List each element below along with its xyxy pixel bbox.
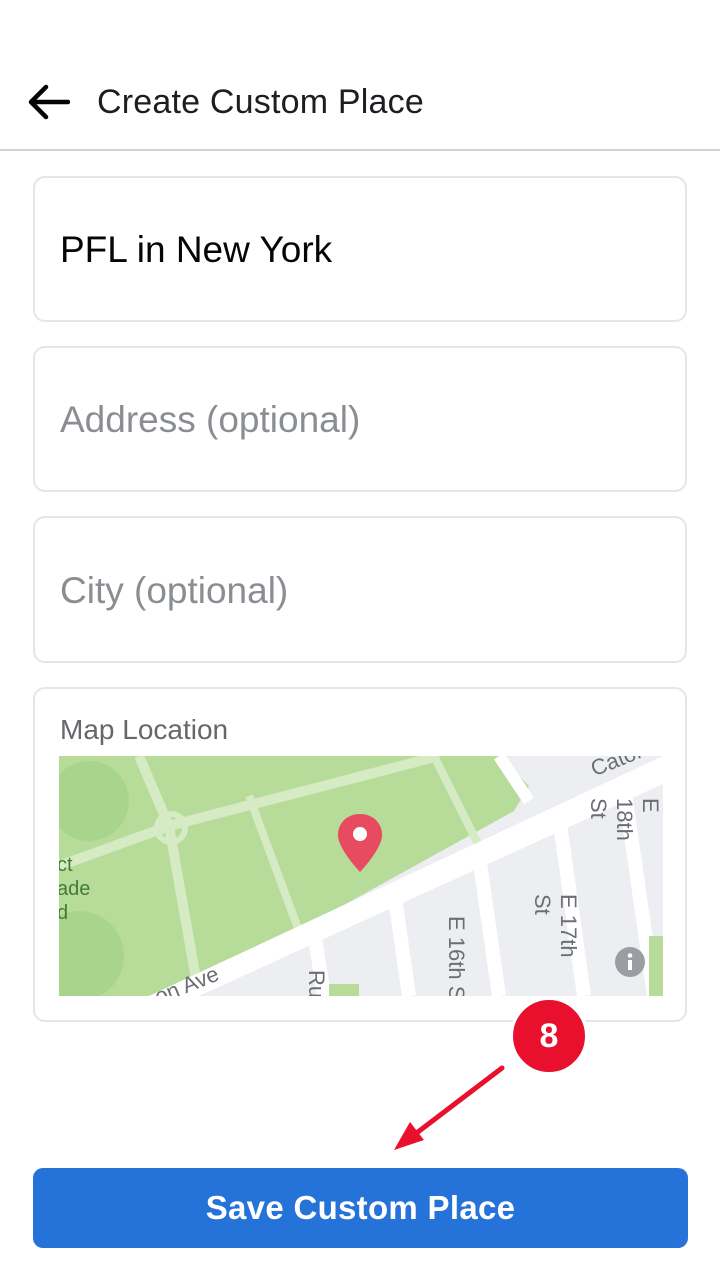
street-label-ru: Ru [304,970,329,996]
map-location-label: Map Location [60,714,229,745]
park-label-line1: ct [59,854,73,876]
save-custom-place-button[interactable]: Save Custom Place [33,1168,688,1248]
location-pin-icon [338,814,382,872]
place-name-field[interactable]: PFL in New York [33,176,687,322]
city-field[interactable]: City (optional) [33,516,687,663]
address-placeholder: Address (optional) [60,399,361,440]
annotation-arrow-icon [394,1065,505,1150]
place-name-value: PFL in New York [60,229,333,270]
step-number-badge: 8 [510,997,588,1075]
address-field[interactable]: Address (optional) [33,346,687,492]
back-button[interactable] [18,72,78,132]
street-label-e18th: E 18th St [586,798,663,841]
page-title: Create Custom Place [97,83,424,121]
park-label-line3: d [59,902,69,924]
map-view[interactable]: Cator E 16th St E 17th St E 18th St on A… [59,756,663,996]
map-location-card: Map Location Cator E 16th St E 17th St E… [33,687,687,1022]
app-header: Create Custom Place [0,0,720,151]
park-label-line2: ade [59,878,91,900]
info-icon[interactable] [614,946,646,978]
city-placeholder: City (optional) [60,570,289,611]
street-label-e17th: E 17th St [530,894,581,958]
street-label-e16th: E 16th St [444,916,469,996]
arrow-left-icon [28,84,70,120]
